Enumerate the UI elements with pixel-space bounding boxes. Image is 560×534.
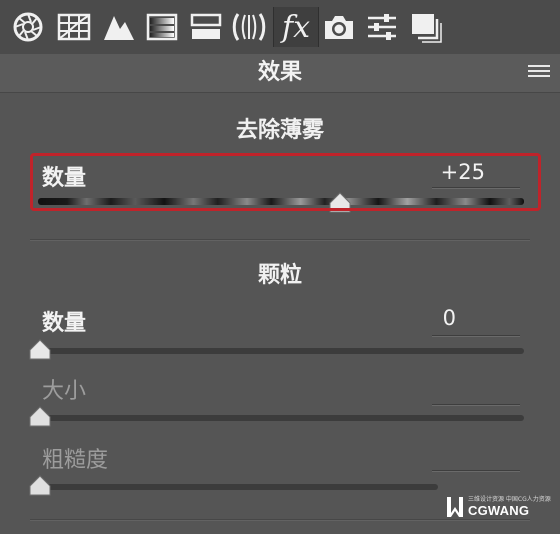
lens-icon (232, 13, 266, 41)
tool-split-toning[interactable] (186, 7, 226, 47)
tool-detail[interactable] (99, 7, 139, 47)
grain-roughness-label: 粗糙度 (42, 448, 109, 473)
grain-amount-slider-thumb[interactable] (28, 338, 52, 360)
grain-amount-value[interactable]: 0 (420, 306, 456, 330)
grid-icon (57, 13, 91, 41)
tool-basic[interactable] (8, 7, 48, 47)
grain-section-title: 颗粒 (257, 263, 302, 288)
cgwang-logo-icon (447, 497, 463, 517)
effects-panel: fx 效果 去除薄雾 数量 +25 颗粒 数量 0 大小 粗糙度 三维设计资源 … (0, 0, 560, 534)
grain-size-label: 大小 (42, 379, 87, 404)
tool-hsl[interactable] (142, 7, 182, 47)
grain-size-slider-thumb[interactable] (28, 405, 52, 427)
camera-icon (325, 16, 353, 39)
tool-tone-curve[interactable] (54, 7, 94, 47)
tool-camera-calibration[interactable] (319, 7, 359, 47)
fx-icon: fx (281, 9, 311, 45)
panel-header: 效果 (0, 54, 560, 93)
grain-roughness-slider-thumb[interactable] (28, 474, 52, 496)
panel-title: 效果 (257, 60, 302, 85)
watermark-small-text: 三维设计资源 中国CG人力资源 (468, 496, 551, 503)
watermark-brand: CGWANG (468, 503, 530, 518)
tool-effects[interactable]: fx (273, 7, 319, 47)
gradient-icon (146, 13, 178, 41)
grain-size-value-underline (432, 404, 520, 406)
mountain-icon (104, 16, 134, 40)
highlight-box (30, 153, 541, 211)
presets-icon (412, 14, 442, 43)
grain-amount-slider-track[interactable] (38, 348, 524, 354)
aperture-icon (13, 12, 43, 42)
dehaze-section-title: 去除薄雾 (235, 118, 324, 143)
watermark: 三维设计资源 中国CG人力资源 CGWANG (446, 493, 551, 521)
section-divider (30, 239, 530, 241)
tool-adjustments[interactable] (362, 7, 402, 47)
split-toning-icon (190, 13, 222, 39)
tool-presets[interactable] (406, 7, 446, 47)
grain-amount-label: 数量 (42, 311, 87, 336)
grain-size-slider-track[interactable] (38, 415, 524, 421)
grain-roughness-slider-track[interactable] (38, 484, 438, 490)
sliders-icon (368, 14, 396, 40)
toolbar: fx (0, 0, 560, 55)
menu-icon[interactable] (528, 65, 550, 81)
grain-amount-value-underline (432, 335, 520, 337)
tool-lens[interactable] (229, 7, 269, 47)
grain-roughness-value-underline (432, 470, 520, 472)
